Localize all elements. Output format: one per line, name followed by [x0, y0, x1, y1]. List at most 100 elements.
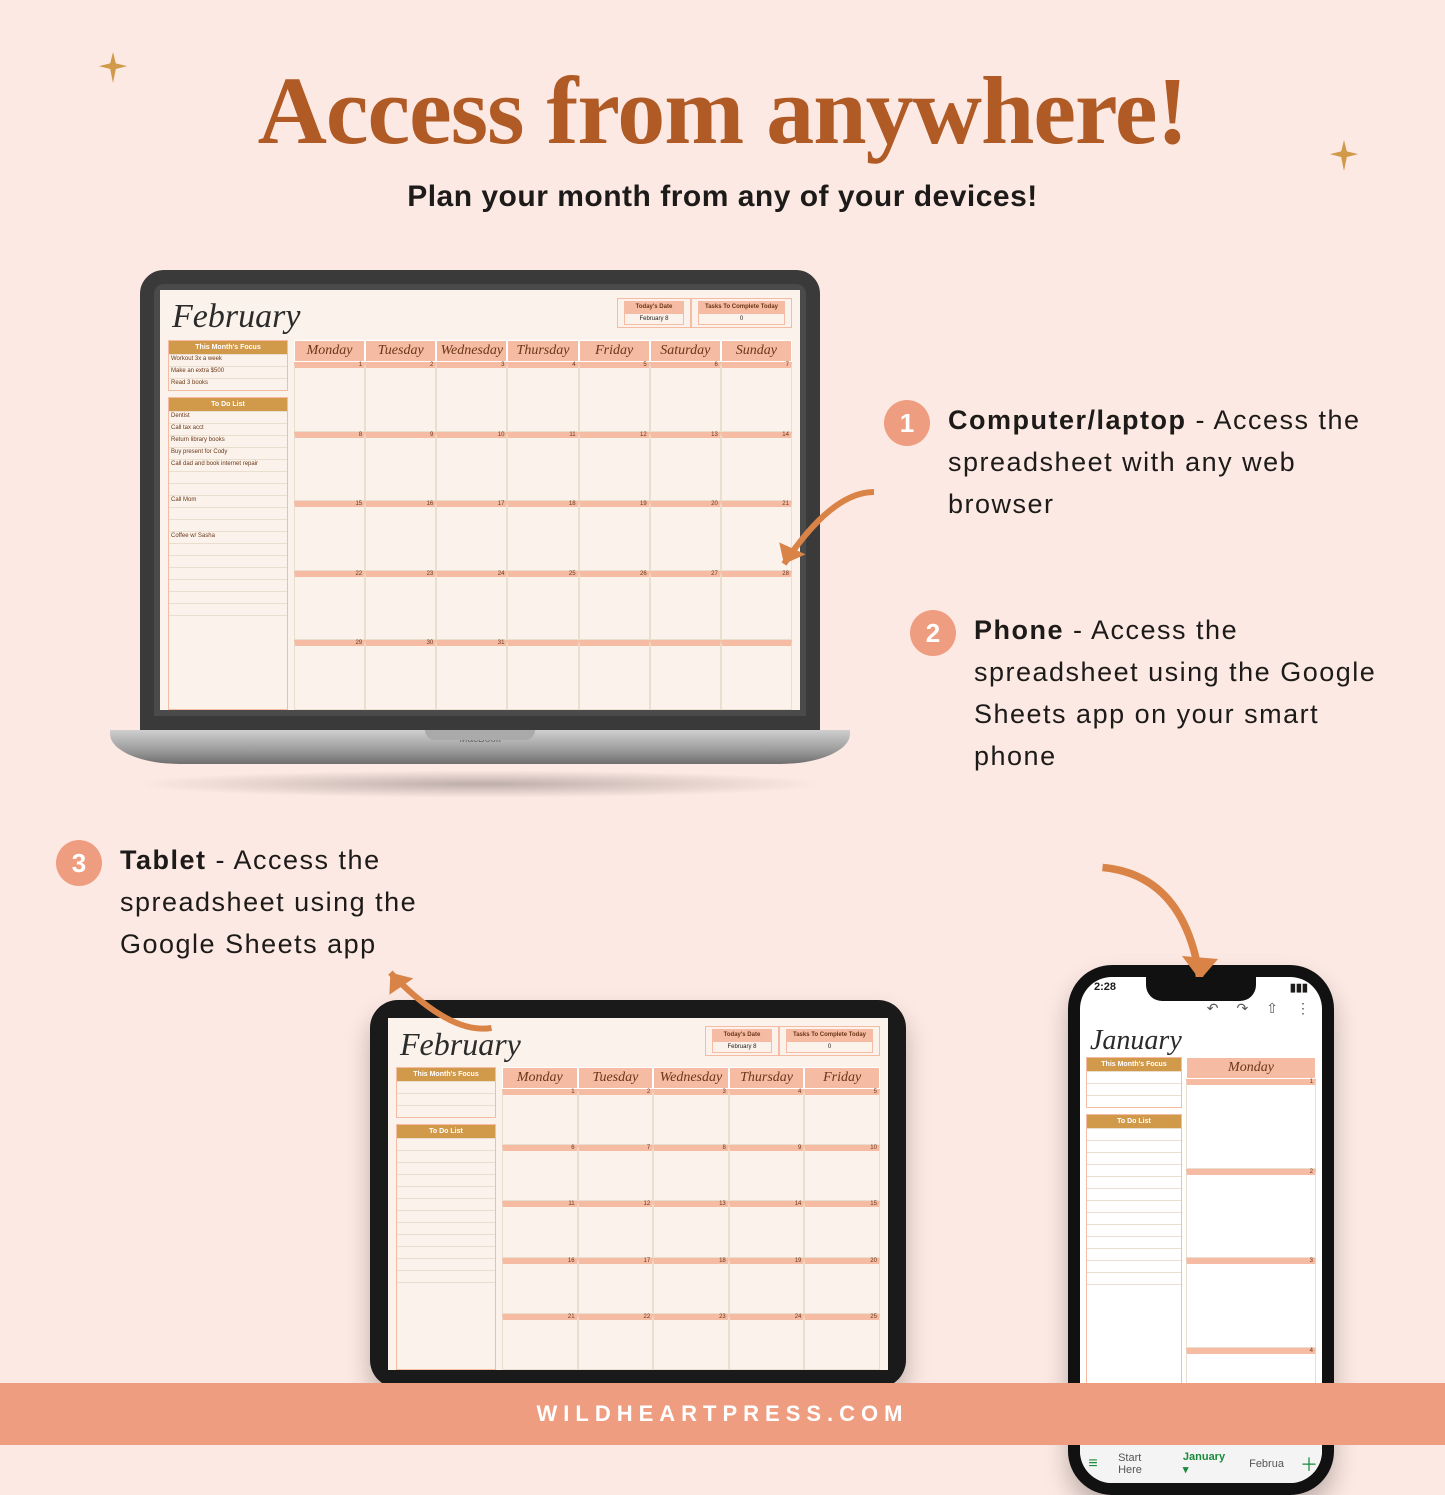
tab-start-here[interactable]: Start Here	[1106, 1452, 1171, 1476]
redo-icon[interactable]: ↷	[1237, 1000, 1249, 1017]
todo-item	[1087, 1260, 1181, 1272]
todo-item	[169, 519, 287, 531]
menu-icon[interactable]: ≡	[1080, 1455, 1106, 1473]
tab-february[interactable]: Februa	[1237, 1458, 1296, 1470]
todo-item: Return library books	[169, 435, 287, 447]
todo-item	[1087, 1248, 1181, 1260]
todo-item	[397, 1246, 495, 1258]
todo-item: Dentist	[169, 411, 287, 423]
todo-item	[169, 603, 287, 615]
laptop-planner: February Today's Date February 8 Tasks T…	[160, 290, 800, 710]
todo-item	[397, 1198, 495, 1210]
todo-item	[1087, 1152, 1181, 1164]
focus-item	[1087, 1083, 1181, 1095]
day-header: Saturday	[650, 340, 721, 362]
focus-item: Make an extra $500	[169, 366, 287, 378]
day-header: Monday	[294, 340, 365, 362]
todo-item	[169, 555, 287, 567]
day-header: Wednesday	[436, 340, 507, 362]
todo-item	[397, 1174, 495, 1186]
todo-item	[169, 507, 287, 519]
todo-item	[397, 1282, 495, 1294]
focus-header: This Month's Focus	[1087, 1058, 1181, 1071]
tasks-today-value: 0	[698, 313, 785, 325]
focus-header: This Month's Focus	[169, 341, 287, 354]
focus-panel: This Month's Focus	[396, 1067, 496, 1118]
focus-item: Read 3 books	[169, 378, 287, 390]
headline: Access from anywhere!	[0, 55, 1445, 166]
callout-text: Computer/laptop - Access the spreadsheet…	[948, 400, 1378, 526]
focus-header: This Month's Focus	[397, 1068, 495, 1081]
todo-header: To Do List	[1087, 1115, 1181, 1128]
day-header: Tuesday	[578, 1067, 654, 1089]
focus-item	[397, 1081, 495, 1093]
tasks-today-header: Tasks To Complete Today	[698, 301, 785, 313]
todo-item	[397, 1210, 495, 1222]
todo-panel: To Do List	[396, 1124, 496, 1370]
tasks-today-header: Tasks To Complete Today	[786, 1029, 873, 1041]
todo-item	[169, 591, 287, 603]
todo-header: To Do List	[169, 398, 287, 411]
todo-item: Call Mom	[169, 495, 287, 507]
focus-item	[1087, 1095, 1181, 1107]
day-header: Wednesday	[653, 1067, 729, 1089]
todo-header: To Do List	[397, 1125, 495, 1138]
todo-item	[397, 1234, 495, 1246]
focus-item	[397, 1105, 495, 1117]
todo-item	[169, 579, 287, 591]
day-header: Sunday	[721, 340, 792, 362]
sheet-tabs: ≡ Start Here January ▾ Februa ＋	[1080, 1443, 1322, 1483]
phone-notch	[1146, 977, 1256, 1001]
share-icon[interactable]: ⇧	[1266, 1000, 1278, 1017]
todo-item	[169, 615, 287, 627]
todo-item	[1087, 1200, 1181, 1212]
day-header: Monday	[1186, 1057, 1316, 1079]
today-date-header: Today's Date	[624, 301, 684, 313]
overflow-icon[interactable]: ⋮	[1296, 1000, 1310, 1017]
arrow-icon	[360, 920, 499, 1059]
todo-item	[169, 567, 287, 579]
tablet-mockup: February Today's Date February 8 Tasks T…	[370, 1000, 906, 1388]
todo-item: Buy present for Cody	[169, 447, 287, 459]
todo-item	[397, 1258, 495, 1270]
arrow-icon	[760, 480, 880, 600]
focus-item	[1087, 1071, 1181, 1083]
todo-item	[397, 1270, 495, 1282]
status-icons: ▮▮▮	[1290, 981, 1308, 994]
subheadline: Plan your month from any of your devices…	[0, 180, 1445, 214]
callout-text: Phone - Access the spreadsheet using the…	[974, 610, 1404, 777]
focus-item	[397, 1093, 495, 1105]
todo-panel: To Do List Dentist Call tax acct Return …	[168, 397, 288, 710]
todo-item	[1087, 1188, 1181, 1200]
day-header: Friday	[804, 1067, 880, 1089]
callout-number: 1	[884, 400, 930, 446]
todo-item: Coffee w/ Sasha	[169, 531, 287, 543]
add-sheet-icon[interactable]: ＋	[1296, 1451, 1322, 1477]
laptop-mockup: February Today's Date February 8 Tasks T…	[110, 270, 850, 798]
todo-item	[169, 543, 287, 555]
today-date-header: Today's Date	[712, 1029, 772, 1041]
footer-url: WILDHEARTPRESS.COM	[0, 1383, 1445, 1445]
todo-item	[1087, 1212, 1181, 1224]
callout-phone: 2 Phone - Access the spreadsheet using t…	[910, 610, 1404, 777]
day-header: Thursday	[507, 340, 578, 362]
todo-item	[397, 1222, 495, 1234]
day-header: Monday	[502, 1067, 578, 1089]
laptop-base: MacBook	[110, 730, 850, 764]
callout-number: 2	[910, 610, 956, 656]
date-tasks-box: Today's Date February 8 Tasks To Complet…	[617, 298, 792, 328]
callout-computer: 1 Computer/laptop - Access the spreadshe…	[884, 400, 1378, 526]
todo-item	[1087, 1140, 1181, 1152]
todo-item	[397, 1162, 495, 1174]
tablet-planner: February Today's Date February 8 Tasks T…	[388, 1018, 888, 1370]
todo-item	[1087, 1224, 1181, 1236]
day-header: Friday	[579, 340, 650, 362]
todo-item	[397, 1150, 495, 1162]
todo-item	[1087, 1128, 1181, 1140]
day-header: Thursday	[729, 1067, 805, 1089]
todo-item	[397, 1186, 495, 1198]
tab-january[interactable]: January ▾	[1171, 1451, 1237, 1476]
focus-item: Workout 3x a week	[169, 354, 287, 366]
todo-item	[1087, 1284, 1181, 1296]
todo-item	[397, 1138, 495, 1150]
